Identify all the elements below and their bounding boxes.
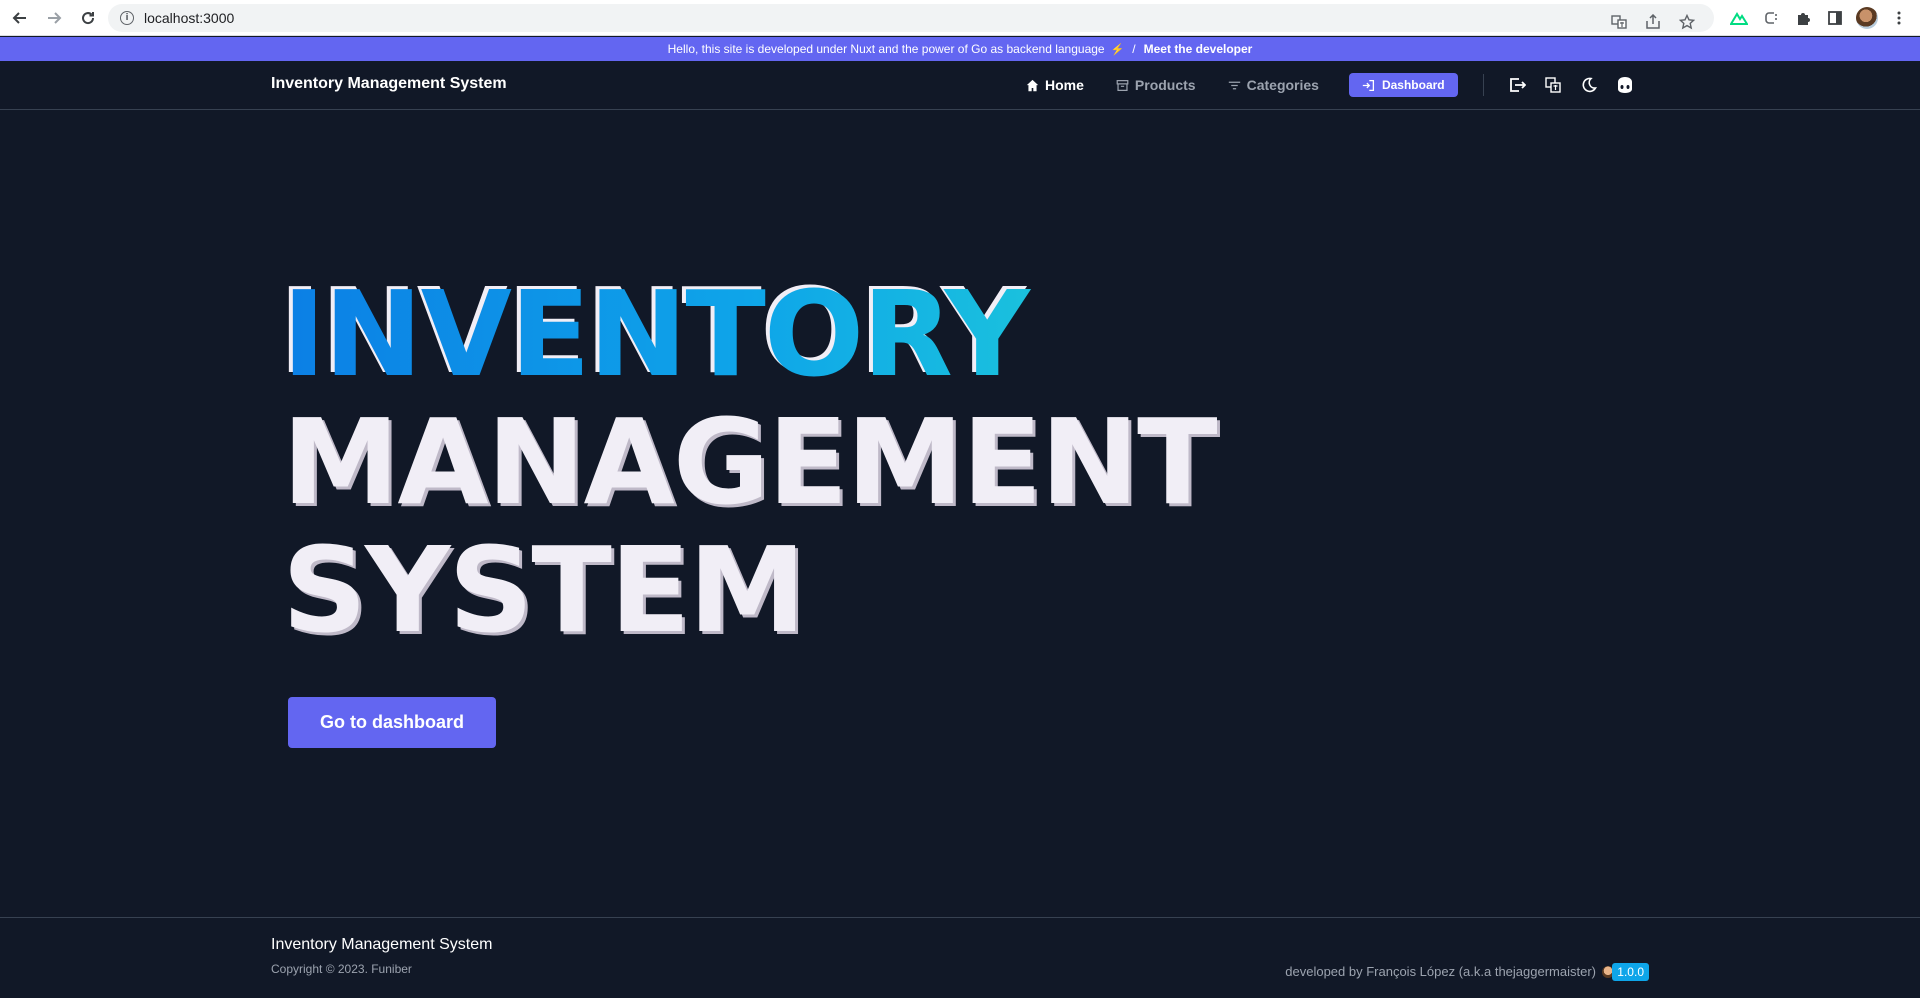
announcement-separator: / (1132, 42, 1136, 56)
info-icon[interactable]: i (120, 11, 134, 25)
main-nav: Home Products Categories Dashboard (1026, 71, 1650, 99)
address-bar[interactable]: i localhost:3000 (108, 4, 1714, 32)
developer-credit: developed by François López (a.k.a theja… (1285, 964, 1614, 979)
back-arrow-icon[interactable] (6, 4, 34, 32)
brand-title[interactable]: Inventory Management System (271, 75, 507, 93)
lightning-icon: ⚡ (1110, 43, 1125, 56)
browser-toolbar: i localhost:3000 (0, 0, 1920, 36)
version-badge: 1.0.0 (1612, 963, 1649, 981)
moon-icon[interactable] (1578, 74, 1600, 96)
hero-line-inventory: INVENTORY (282, 270, 1216, 398)
github-icon[interactable] (1614, 74, 1636, 96)
home-icon (1026, 79, 1039, 91)
nav-products[interactable]: Products (1116, 77, 1196, 93)
nuxt-icon[interactable] (1726, 4, 1752, 32)
dashboard-button-label: Dashboard (1381, 78, 1445, 92)
hero-title: INVENTORY MANAGEMENT SYSTEM (282, 270, 1218, 659)
reload-icon[interactable] (74, 4, 102, 32)
star-icon[interactable] (1674, 8, 1700, 36)
profile-avatar[interactable] (1854, 4, 1880, 32)
nav-home-label: Home (1045, 77, 1084, 93)
nav-divider (1482, 74, 1484, 96)
footer-copyright: Copyright © 2023. Funiber (271, 962, 412, 976)
meet-developer-link[interactable]: Meet the developer (1144, 42, 1253, 56)
nav-categories-label: Categories (1246, 77, 1319, 93)
hero-line-system: SYSTEM (282, 521, 806, 659)
footer-title: Inventory Management System (271, 936, 493, 953)
language-icon[interactable] (1542, 74, 1564, 96)
extension-icon[interactable] (1758, 4, 1784, 32)
nav-products-label: Products (1134, 77, 1196, 93)
share-icon[interactable] (1640, 8, 1666, 36)
logout-icon[interactable] (1506, 74, 1528, 96)
filter-icon (1228, 81, 1240, 89)
archive-icon (1116, 79, 1129, 91)
menu-icon[interactable] (1886, 4, 1912, 32)
puzzle-icon[interactable] (1790, 4, 1816, 32)
url-text: localhost:3000 (144, 10, 235, 26)
go-to-dashboard-button[interactable]: Go to dashboard (288, 697, 496, 748)
announcement-bar: Hello, this site is developed under Nuxt… (0, 37, 1920, 61)
forward-arrow-icon[interactable] (40, 4, 68, 32)
login-icon (1362, 79, 1374, 91)
dashboard-button[interactable]: Dashboard (1348, 73, 1458, 97)
sidebar-icon[interactable] (1822, 4, 1848, 32)
nav-home[interactable]: Home (1026, 77, 1084, 93)
developer-credit-text: developed by François López (a.k.a theja… (1285, 964, 1596, 979)
site-footer: Inventory Management System Copyright © … (0, 917, 1920, 998)
site-header: Inventory Management System Home Product… (0, 61, 1920, 110)
translate-icon[interactable] (1606, 8, 1632, 36)
hero-line-management: MANAGEMENT (282, 393, 1218, 531)
nav-categories[interactable]: Categories (1228, 77, 1319, 93)
announcement-text: Hello, this site is developed under Nuxt… (667, 42, 1105, 56)
